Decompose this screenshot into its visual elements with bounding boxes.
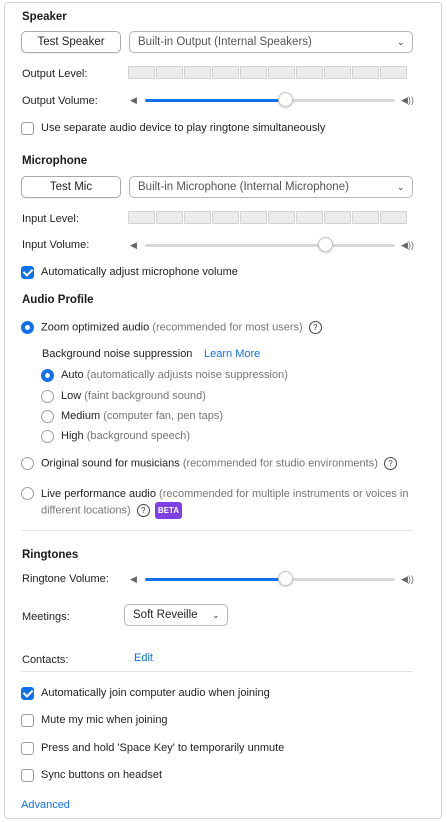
noise-auto-radio[interactable] — [41, 369, 54, 382]
noise-high-label: High — [61, 430, 84, 442]
live-performance-label: Live performance audio — [41, 488, 156, 500]
noise-low-row: Low (faint background sound) — [61, 390, 206, 402]
live-performance-radio[interactable] — [21, 487, 34, 500]
input-volume-label: Input Volume: — [22, 239, 90, 251]
chevron-down-icon: ⌄ — [397, 182, 405, 192]
output-volume-slider[interactable] — [145, 91, 395, 109]
learn-more-link[interactable]: Learn More — [204, 348, 260, 360]
microphone-section-title: Microphone — [22, 155, 88, 167]
noise-low-desc: (faint background sound) — [84, 390, 206, 402]
original-sound-row: Original sound for musicians (recommende… — [41, 457, 397, 470]
speaker-section-title: Speaker — [22, 11, 67, 23]
noise-medium-label: Medium — [61, 410, 101, 422]
output-volume-label: Output Volume: — [22, 95, 98, 107]
test-mic-button[interactable]: Test Mic — [21, 176, 121, 198]
zoom-optimized-radio[interactable] — [21, 321, 34, 334]
input-level-label: Input Level: — [22, 213, 79, 225]
chevron-down-icon: ⌄ — [212, 610, 220, 620]
bg-noise-label: Background noise suppression — [42, 348, 193, 360]
noise-high-row: High (background speech) — [61, 430, 190, 442]
noise-auto-row: Auto (automatically adjusts noise suppre… — [61, 369, 288, 381]
help-icon[interactable]: ? — [383, 457, 397, 470]
space-unmute-checkbox[interactable] — [21, 742, 34, 755]
audio-settings-panel: Speaker Test Speaker Built-in Output (In… — [4, 2, 442, 819]
slider-knob[interactable] — [278, 92, 293, 107]
microphone-device-value: Built-in Microphone (Internal Microphone… — [138, 181, 349, 193]
live-performance-note2: different locations) — [41, 504, 131, 517]
speaker-low-icon: ◀ — [130, 95, 137, 105]
separate-device-checkbox[interactable] — [21, 122, 34, 135]
space-unmute-label: Press and hold 'Space Key' to temporaril… — [41, 742, 285, 754]
auto-join-audio-checkbox[interactable] — [21, 687, 34, 700]
auto-adjust-label: Automatically adjust microphone volume — [41, 266, 238, 278]
live-performance-note: (recommended for multiple instruments or… — [159, 488, 409, 500]
advanced-link[interactable]: Advanced — [21, 799, 70, 811]
test-speaker-button[interactable]: Test Speaker — [21, 31, 121, 53]
help-icon[interactable]: ? — [308, 321, 322, 334]
mute-on-join-label: Mute my mic when joining — [41, 714, 168, 726]
speaker-low-icon: ◀ — [130, 574, 137, 584]
speaker-high-icon: ◀)) — [401, 240, 414, 250]
input-level-meter — [128, 211, 407, 224]
output-level-meter — [128, 66, 407, 79]
meetings-ringtone-select[interactable]: Soft Reveille ⌄ — [124, 604, 228, 626]
input-volume-slider[interactable] — [145, 236, 395, 254]
zoom-optimized-note: (recommended for most users) — [152, 321, 303, 334]
contacts-edit-link[interactable]: Edit — [134, 652, 153, 664]
noise-auto-desc: (automatically adjusts noise suppression… — [86, 369, 288, 381]
ringtone-volume-slider[interactable] — [145, 570, 395, 588]
microphone-device-select[interactable]: Built-in Microphone (Internal Microphone… — [129, 176, 413, 198]
noise-medium-radio[interactable] — [41, 410, 54, 423]
zoom-optimized-label: Zoom optimized audio — [41, 321, 150, 334]
divider — [21, 671, 413, 672]
noise-high-desc: (background speech) — [86, 430, 191, 442]
meetings-label: Meetings: — [22, 611, 70, 623]
chevron-down-icon: ⌄ — [397, 37, 405, 47]
original-sound-label: Original sound for musicians — [41, 457, 180, 470]
sync-headset-checkbox[interactable] — [21, 769, 34, 782]
ringtones-title: Ringtones — [22, 549, 79, 561]
contacts-label: Contacts: — [22, 654, 69, 666]
auto-adjust-checkbox[interactable] — [21, 266, 34, 279]
meetings-ringtone-value: Soft Reveille — [133, 609, 198, 621]
help-icon[interactable]: ? — [136, 504, 150, 517]
noise-auto-label: Auto — [61, 369, 84, 381]
noise-low-label: Low — [61, 390, 82, 402]
speaker-high-icon: ◀)) — [401, 574, 414, 584]
live-performance-row: Live performance audio (recommended for … — [41, 487, 426, 519]
separate-device-label: Use separate audio device to play ringto… — [41, 122, 326, 134]
zoom-optimized-row: Zoom optimized audio (recommended for mo… — [41, 321, 322, 334]
auto-join-audio-label: Automatically join computer audio when j… — [41, 687, 270, 699]
noise-low-radio[interactable] — [41, 390, 54, 403]
speaker-device-select[interactable]: Built-in Output (Internal Speakers) ⌄ — [129, 31, 413, 53]
slider-knob[interactable] — [318, 237, 333, 252]
speaker-low-icon: ◀ — [130, 240, 137, 250]
divider — [21, 530, 413, 531]
noise-medium-row: Medium (computer fan, pen taps) — [61, 410, 223, 422]
noise-medium-desc: (computer fan, pen taps) — [103, 410, 224, 422]
audio-profile-title: Audio Profile — [22, 294, 94, 306]
ringtone-volume-label: Ringtone Volume: — [22, 573, 109, 585]
sync-headset-label: Sync buttons on headset — [41, 769, 163, 781]
mute-on-join-checkbox[interactable] — [21, 714, 34, 727]
speaker-device-value: Built-in Output (Internal Speakers) — [138, 36, 312, 48]
speaker-high-icon: ◀)) — [401, 95, 414, 105]
original-sound-radio[interactable] — [21, 457, 34, 470]
output-level-label: Output Level: — [22, 68, 88, 80]
slider-knob[interactable] — [278, 571, 293, 586]
beta-badge: BETA — [154, 502, 182, 519]
original-sound-note: (recommended for studio environments) — [182, 457, 378, 470]
noise-high-radio[interactable] — [41, 430, 54, 443]
